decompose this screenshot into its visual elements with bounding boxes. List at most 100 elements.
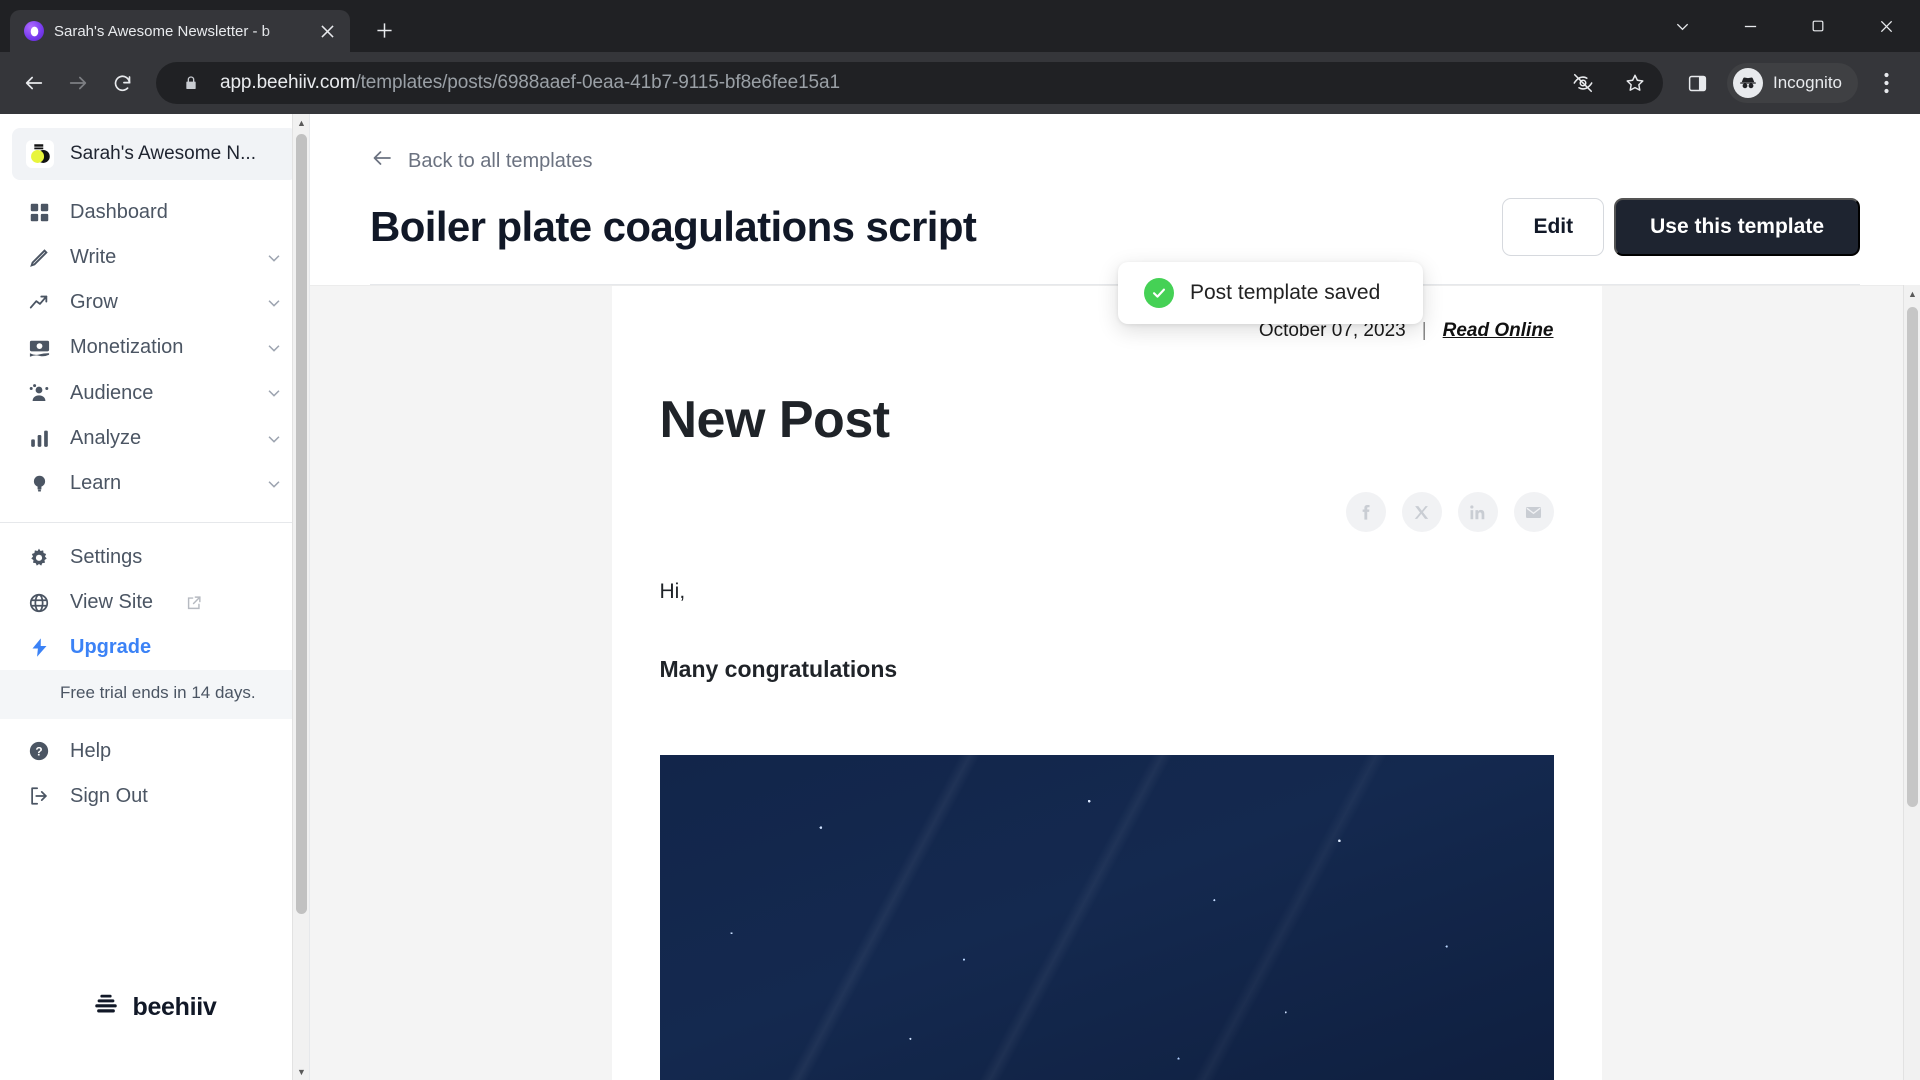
sidebar-item-analyze[interactable]: Analyze (0, 416, 309, 461)
sidebar-item-learn[interactable]: Learn (0, 461, 309, 506)
sidebar-item-label: Write (70, 246, 117, 268)
social-share-row (660, 492, 1554, 532)
window-close-icon[interactable] (1852, 0, 1920, 52)
sidebar-item-label: Upgrade (70, 636, 152, 658)
reload-icon[interactable] (102, 63, 142, 103)
sidebar-item-label: Dashboard (70, 201, 168, 223)
sidebar-item-label: View Site (70, 591, 154, 613)
close-icon[interactable] (314, 18, 340, 44)
preview-meta-row: October 07, 2023 | Read Online (660, 320, 1554, 342)
sidebar-item-write[interactable]: Write (0, 235, 309, 280)
sidebar-item-upgrade[interactable]: Upgrade (0, 625, 309, 670)
sidebar-item-label: Monetization (70, 336, 184, 358)
chevron-down-icon[interactable] (265, 384, 283, 402)
sidebar-item-sign-out[interactable]: Sign Out (0, 774, 309, 819)
title-row: Boiler plate coagulations script Edit Us… (370, 176, 1860, 285)
sidebar-item-audience[interactable]: Audience (0, 370, 309, 416)
window-controls (1648, 0, 1920, 52)
workspace-switcher[interactable]: Sarah's Awesome N... (12, 128, 297, 180)
trial-notice: Free trial ends in 14 days. (0, 670, 309, 719)
scroll-down-arrow-icon[interactable]: ▼ (293, 1063, 310, 1080)
bar-chart-icon (26, 428, 52, 449)
email-preview-area: October 07, 2023 | Read Online New Post (310, 285, 1903, 1080)
use-this-template-button[interactable]: Use this template (1614, 198, 1860, 256)
edit-button[interactable]: Edit (1502, 198, 1605, 256)
brand-text: beehiiv (132, 993, 217, 1021)
x-twitter-icon[interactable] (1401, 492, 1442, 532)
arrow-left-icon (370, 146, 394, 176)
trend-up-icon (26, 292, 52, 314)
header-actions: Edit Use this template (1502, 198, 1860, 256)
minimize-icon[interactable] (1716, 0, 1784, 52)
sidebar-item-help[interactable]: ? Help (0, 729, 309, 774)
tab-strip: Sarah's Awesome Newsletter - b (0, 0, 1920, 52)
sidebar-item-label: Settings (70, 546, 143, 568)
url-path: /templates/posts/6988aaef-0eaa-41b7-9115… (355, 72, 840, 93)
read-online-link[interactable]: Read Online (1443, 320, 1554, 342)
back-arrow-icon[interactable] (14, 63, 54, 103)
people-icon (26, 381, 52, 405)
scroll-up-arrow-icon[interactable]: ▲ (293, 114, 310, 131)
pencil-icon (26, 247, 52, 269)
chevron-down-icon[interactable] (1648, 0, 1716, 52)
lightbulb-icon (26, 473, 52, 494)
url-text: app.beehiiv.com/templates/posts/6988aaef… (220, 72, 1551, 94)
beehiiv-workspace-logo (26, 140, 54, 168)
browser-tab[interactable]: Sarah's Awesome Newsletter - b (10, 10, 350, 52)
chevron-down-icon[interactable] (265, 249, 283, 267)
email-preview-sheet: October 07, 2023 | Read Online New Post (611, 286, 1602, 1080)
preview-scroll-thumb[interactable] (1907, 307, 1918, 807)
chevron-down-icon[interactable] (265, 339, 283, 357)
profile-incognito-button[interactable]: Incognito (1727, 63, 1858, 103)
address-bar[interactable]: app.beehiiv.com/templates/posts/6988aaef… (156, 62, 1663, 104)
browser-toolbar: app.beehiiv.com/templates/posts/6988aaef… (0, 52, 1920, 114)
external-link-icon (185, 594, 203, 612)
browser-window: Sarah's Awesome Newsletter - b app.beehi… (0, 0, 1920, 1080)
side-panel-icon[interactable] (1677, 63, 1717, 103)
sidebar-item-label: Help (70, 739, 112, 762)
chevron-down-icon[interactable] (265, 294, 283, 312)
gear-icon (26, 547, 52, 569)
preview-scrollbar[interactable]: ▲ (1903, 285, 1920, 1080)
sidebar-item-monetization[interactable]: Monetization (0, 325, 309, 370)
sidebar-item-label: Sign Out (70, 784, 148, 807)
linkedin-icon[interactable] (1457, 492, 1498, 532)
facebook-icon[interactable] (1345, 492, 1386, 532)
star-bookmark-icon[interactable] (1615, 63, 1655, 103)
beehiiv-favicon (24, 21, 44, 41)
preview-wrapper: October 07, 2023 | Read Online New Post (310, 285, 1920, 1080)
new-tab-button[interactable] (366, 12, 402, 48)
sidebar-scroll-thumb[interactable] (296, 134, 307, 914)
sign-out-icon (26, 785, 52, 807)
sidebar-item-settings[interactable]: Settings (0, 535, 309, 580)
maximize-icon[interactable] (1784, 0, 1852, 52)
sidebar-item-grow[interactable]: Grow (0, 280, 309, 325)
eye-off-icon[interactable] (1563, 63, 1603, 103)
chevron-down-icon[interactable] (265, 475, 283, 493)
beehiiv-hive-icon (92, 991, 120, 1024)
preview-greeting: Hi, (659, 580, 686, 603)
sidebar-item-label: Analyze (70, 427, 142, 449)
globe-icon (26, 592, 52, 614)
sidebar-item-dashboard[interactable]: Dashboard (0, 190, 309, 235)
check-circle-icon (1144, 278, 1174, 308)
page-title: Boiler plate coagulations script (370, 203, 977, 250)
sidebar-item-label: Learn (70, 472, 122, 494)
three-dot-menu-icon[interactable] (1866, 63, 1906, 103)
preview-scroll-up-arrow-icon[interactable]: ▲ (1904, 285, 1920, 302)
page-viewport: Sarah's Awesome N... Dashboard Write Gro… (0, 114, 1920, 1080)
forward-arrow-icon (58, 63, 98, 103)
workspace-name: Sarah's Awesome N... (70, 143, 256, 164)
main-content: Post template saved Back to all template… (310, 114, 1920, 1080)
grid-dashboard-icon (26, 202, 52, 223)
sidebar-divider (0, 522, 309, 523)
sidebar-scrollbar[interactable]: ▲ ▼ (292, 114, 309, 1080)
chevron-down-icon[interactable] (265, 430, 283, 448)
back-to-templates-link[interactable]: Back to all templates (370, 146, 593, 176)
back-link-label: Back to all templates (408, 149, 593, 172)
url-host: app.beehiiv.com (220, 72, 356, 93)
night-sky-stars-image (659, 755, 1554, 1080)
email-icon[interactable] (1513, 492, 1554, 532)
sidebar-item-view-site[interactable]: View Site (0, 580, 309, 625)
question-circle-icon: ? (26, 740, 52, 762)
